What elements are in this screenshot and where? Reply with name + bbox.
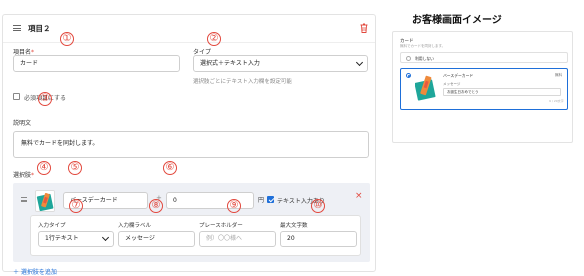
delete-choice-icon[interactable]: ×: [355, 191, 363, 201]
callout-badge-4: ④: [37, 161, 51, 175]
field-label-input[interactable]: メッセージ: [118, 231, 195, 247]
option-none-label: 利用しない: [415, 55, 434, 61]
max-chars-label: 最大文字数: [280, 223, 308, 229]
callout-badge-10: ⑩: [311, 199, 325, 213]
drag-handle-icon[interactable]: [13, 25, 21, 31]
type-select[interactable]: 選択式＋テキスト入力: [193, 55, 368, 72]
input-type-select[interactable]: 1行テキスト: [38, 231, 114, 247]
field-name-input[interactable]: カード: [13, 55, 180, 72]
description-textarea[interactable]: 無料でカードを同封します。: [13, 131, 369, 158]
preview-option-none[interactable]: 利用しない: [400, 52, 568, 63]
callout-badge-8: ⑧: [149, 199, 163, 213]
price-unit: 円: [258, 197, 265, 204]
preview-description: 無料でカードを同封します。: [400, 44, 446, 48]
option-price: 無料: [555, 73, 562, 77]
option-input-label: メッセージ: [443, 82, 461, 86]
callout-badge-5: ⑤: [68, 161, 82, 175]
description-label: 説明文: [13, 120, 32, 127]
trash-icon[interactable]: [360, 23, 368, 36]
preview-card: カード 無料でカードを同封します。 利用しない バースデーカード 無料 メッセー…: [392, 31, 573, 143]
choice-item: バースデーカード + 0 円 テキスト入力あり × 入力タイプ 1行テキスト 入…: [13, 183, 370, 262]
input-type-label: 入力タイプ: [38, 223, 66, 229]
required-checkbox[interactable]: [13, 93, 20, 100]
page: 項目２ 項目名* カード タイプ 選択式＋テキスト入力 選択肢ごとにテキスト入力…: [0, 0, 584, 276]
callout-badge-3: ③: [38, 92, 52, 106]
preview-thumbnail-image: [414, 73, 437, 103]
callout-badge-2: ②: [207, 32, 221, 46]
max-chars-input[interactable]: 20: [280, 231, 357, 247]
chevron-down-icon: [355, 58, 364, 67]
callout-badge-1: ①: [60, 32, 74, 46]
choices-label: 選択肢*: [13, 172, 35, 179]
radio-icon[interactable]: [406, 73, 411, 78]
chevron-down-icon: [101, 233, 110, 242]
char-counter: 9 / 20文字: [549, 99, 564, 103]
item-title: 項目２: [28, 24, 51, 33]
preview-option-selected[interactable]: バースデーカード 無料 メッセージ お誕生日おめでとう 9 / 20文字: [400, 68, 568, 110]
text-input-settings: 入力タイプ 1行テキスト 入力欄ラベル メッセージ プレースホルダー 例）〇〇様…: [30, 215, 361, 256]
callout-badge-7: ⑦: [69, 199, 83, 213]
add-choice-link[interactable]: ＋ 選択肢を追加: [13, 267, 57, 276]
item-header: 項目２: [3, 15, 375, 43]
type-hint: 選択肢ごとにテキスト入力欄を設定可能: [193, 79, 292, 85]
callout-badge-9: ⑨: [227, 199, 241, 213]
choice-thumbnail-image[interactable]: [35, 190, 55, 212]
drag-handle-icon[interactable]: [21, 197, 27, 202]
placeholder-label: プレースホルダー: [199, 223, 243, 229]
preview-message-input[interactable]: お誕生日おめでとう: [443, 88, 561, 96]
item-editor-card: 項目２ 項目名* カード タイプ 選択式＋テキスト入力 選択肢ごとにテキスト入力…: [2, 14, 376, 276]
preview-title: お客様画面イメージ: [412, 15, 502, 26]
radio-icon[interactable]: [406, 55, 411, 61]
field-label-label: 入力欄ラベル: [118, 223, 152, 229]
placeholder-input[interactable]: 例）〇〇様へ: [199, 231, 276, 247]
option-name: バースデーカード: [443, 73, 474, 78]
callout-badge-6: ⑥: [163, 161, 177, 175]
text-input-checkbox[interactable]: [267, 196, 274, 203]
